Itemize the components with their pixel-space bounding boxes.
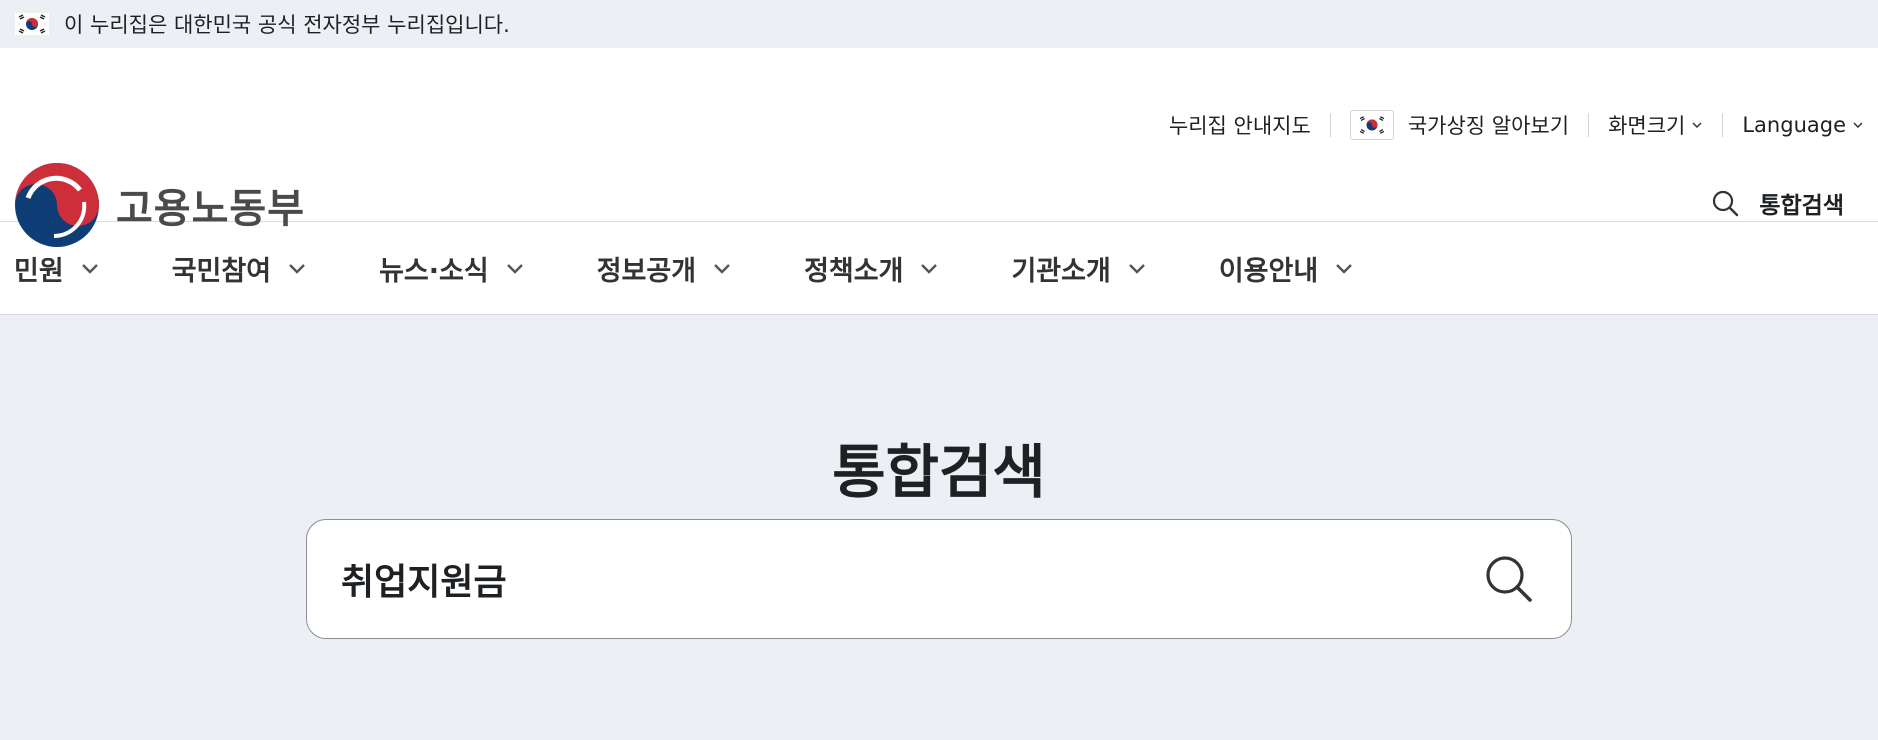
chevron-down-icon bbox=[1128, 264, 1145, 274]
search-box: 취업지원금 bbox=[306, 519, 1572, 639]
korea-flag-icon bbox=[14, 12, 50, 36]
header-search-button[interactable]: 통합검색 bbox=[1711, 186, 1844, 220]
nav-item-information[interactable]: 정보공개 bbox=[597, 249, 732, 288]
search-main: 통합검색 취업지원금 bbox=[0, 315, 1878, 692]
chevron-down-icon bbox=[81, 264, 98, 274]
header-search-label: 통합검색 bbox=[1759, 193, 1844, 219]
nav-item-policy[interactable]: 정책소개 bbox=[804, 249, 939, 288]
national-symbol-label: 국가상징 알아보기 bbox=[1407, 114, 1570, 138]
utility-menu: 누리집 안내지도 국가상징 알아보기 화면크기 Language bbox=[1150, 104, 1864, 146]
font-size-label: 화면크기 bbox=[1608, 114, 1686, 138]
search-input[interactable]: 취업지원금 bbox=[341, 553, 1483, 605]
language-label: Language bbox=[1742, 113, 1846, 137]
nav-item-label: 기관소개 bbox=[1011, 255, 1111, 287]
nav-item-label: 이용안내 bbox=[1218, 255, 1319, 287]
gov-banner: 이 누리집은 대한민국 공식 전자정부 누리집입니다. bbox=[0, 0, 1878, 48]
search-icon bbox=[1713, 190, 1739, 217]
government-emblem-icon bbox=[15, 163, 99, 247]
search-icon[interactable] bbox=[1483, 553, 1535, 605]
logo-text: 고용노동부 bbox=[116, 186, 305, 232]
nav-item-guide[interactable]: 이용안내 bbox=[1219, 249, 1354, 288]
nav-item-civil-petition[interactable]: 민원 bbox=[14, 249, 100, 288]
korea-flag-icon bbox=[1349, 110, 1394, 140]
chevron-down-icon bbox=[921, 264, 938, 274]
site-logo[interactable]: 고용노동부 bbox=[14, 162, 305, 248]
nav-item-label: 정책소개 bbox=[804, 255, 904, 287]
chevron-down-icon bbox=[1692, 122, 1702, 129]
national-symbol-link[interactable]: 국가상징 알아보기 bbox=[1331, 110, 1588, 140]
chevron-down-icon bbox=[506, 264, 523, 274]
nav-item-about[interactable]: 기관소개 bbox=[1011, 249, 1146, 288]
nav-item-participation[interactable]: 국민참여 bbox=[172, 249, 307, 288]
nav-item-news[interactable]: 뉴스·소식 bbox=[379, 249, 525, 288]
chevron-down-icon bbox=[1336, 264, 1353, 274]
nav-item-label: 국민참여 bbox=[171, 255, 272, 287]
nav-item-label: 뉴스·소식 bbox=[379, 255, 489, 287]
site-header: 누리집 안내지도 국가상징 알아보기 화면크기 Language 고용노동부 통… bbox=[0, 48, 1878, 247]
page-title: 통합검색 bbox=[832, 438, 1046, 506]
font-size-dropdown[interactable]: 화면크기 bbox=[1589, 110, 1722, 140]
gov-banner-text: 이 누리집은 대한민국 공식 전자정부 누리집입니다. bbox=[64, 13, 510, 37]
language-dropdown[interactable]: Language bbox=[1723, 113, 1864, 137]
chevron-down-icon bbox=[714, 264, 730, 274]
chevron-down-icon bbox=[1853, 122, 1863, 129]
nav-item-label: 정보공개 bbox=[596, 255, 697, 287]
sitemap-label: 누리집 안내지도 bbox=[1168, 114, 1311, 138]
chevron-down-icon bbox=[289, 264, 305, 274]
sitemap-link[interactable]: 누리집 안내지도 bbox=[1150, 110, 1330, 140]
nav-item-label: 민원 bbox=[14, 255, 64, 287]
